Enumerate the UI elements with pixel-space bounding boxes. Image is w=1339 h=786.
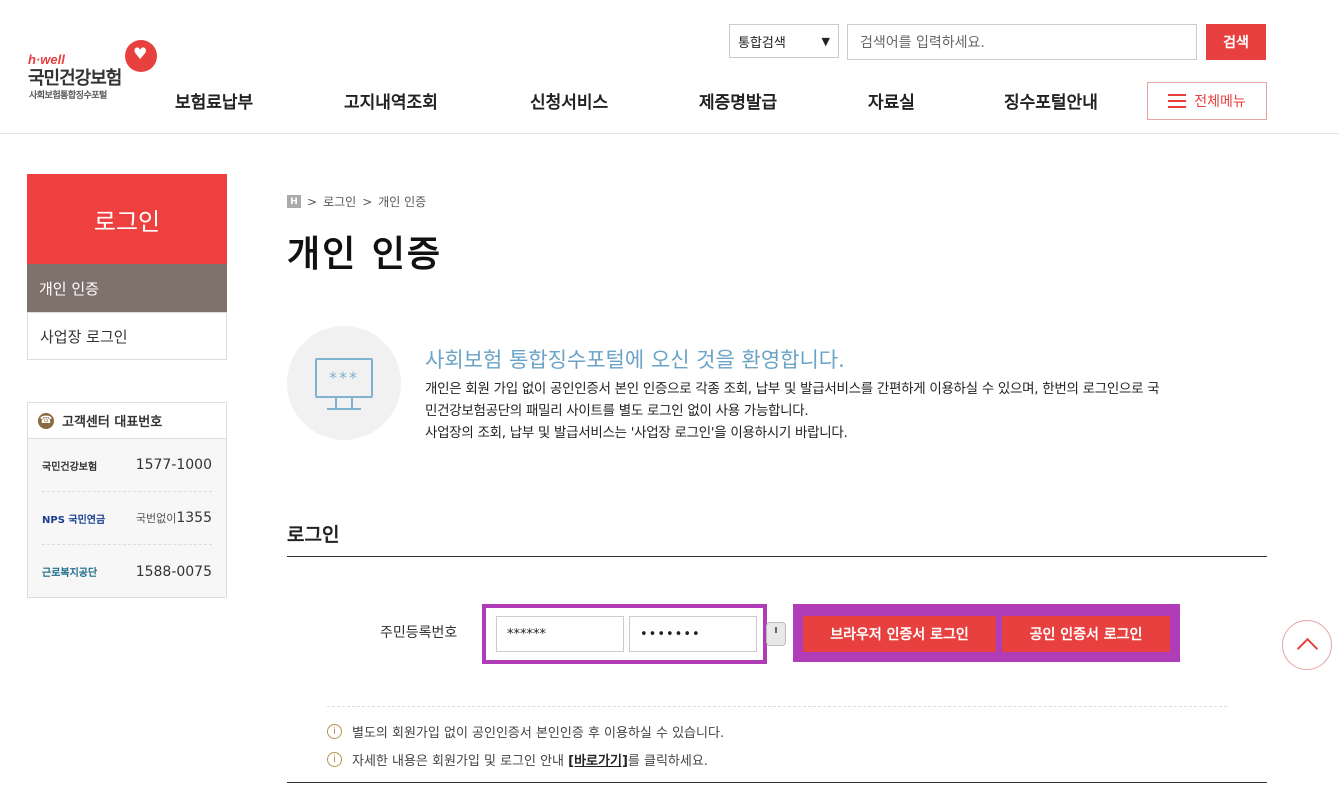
password-stars: *** — [329, 368, 359, 387]
header: h·well 국민건강보험 사회보험통합징수포털 통합검색 ▼ 검색어를 입력하… — [0, 0, 1339, 134]
breadcrumb-item[interactable]: 개인 인증 — [378, 193, 426, 210]
all-menu-label: 전체메뉴 — [1194, 94, 1246, 110]
monitor-base — [327, 408, 361, 410]
search-scope-select[interactable]: 통합검색 ▼ — [729, 24, 839, 58]
welcome-line: 개인은 회원 가입 없이 공인인증서 본인 인증으로 각종 조회, 납부 및 발… — [425, 381, 1160, 397]
rrn-back-input[interactable]: ••••••• — [629, 616, 757, 652]
nav-item-resources[interactable]: 자료실 — [868, 88, 915, 116]
phone-prefix: 국번없이 — [135, 512, 177, 525]
public-cert-login-button[interactable]: 공인 인증서 로그인 — [1002, 616, 1170, 652]
login-heading: 로그인 — [287, 524, 340, 546]
divider — [287, 556, 1267, 557]
heart-logo-icon — [125, 40, 157, 72]
site-logo[interactable]: h·well 국민건강보험 사회보험통합징수포털 — [28, 40, 168, 104]
search-placeholder: 검색어를 입력하세요. — [860, 35, 985, 51]
logo-name: 국민건강보험 — [28, 68, 122, 89]
breadcrumb-item[interactable]: 로그인 — [323, 193, 356, 210]
browser-cert-login-button[interactable]: 브라우저 인증서 로그인 — [803, 616, 996, 652]
nav-item-notice[interactable]: 고지내역조회 — [344, 88, 438, 116]
welcome-line: 사업장의 조회, 납부 및 발급서비스는 '사업장 로그인'을 이용하시기 바랍… — [425, 425, 848, 441]
note-text-before: 자세한 내용은 회원가입 및 로그인 안내 — [352, 754, 569, 769]
welcome-line: 민건강보험공단의 패밀리 사이트를 별도 로그인 없이 사용 가능합니다. — [425, 403, 809, 419]
customer-center-header: ☎ 고객센터 대표번호 — [28, 403, 226, 439]
sidebar-item-business[interactable]: 사업장 로그인 — [27, 312, 227, 360]
welcome-description: 개인은 회원 가입 없이 공인인증서 본인 인증으로 각종 조회, 납부 및 발… — [425, 378, 1270, 444]
login-note: i 자세한 내용은 회원가입 및 로그인 안내 [바로가기]를 클릭하세요. — [327, 750, 708, 769]
customer-center-list: 국민건강보험 1577-1000 NPS 국민연금 국번없이1355 근로복지공… — [28, 439, 226, 597]
phone-number: 국번없이1355 — [136, 510, 212, 526]
nav-item-application[interactable]: 신청서비스 — [530, 88, 608, 116]
breadcrumb-separator: > — [307, 194, 318, 209]
sidebar-title: 로그인 — [27, 174, 227, 264]
scroll-to-top-button[interactable] — [1282, 620, 1332, 670]
welcome-title: 사회보험 통합징수포털에 오신 것을 환영합니다. — [425, 348, 845, 372]
list-item: NPS 국민연금 국번없이1355 — [42, 492, 212, 545]
page-title: 개인 인증 — [287, 234, 443, 275]
home-icon[interactable]: H — [287, 195, 301, 208]
sidebar-item-personal[interactable]: 개인 인증 — [27, 264, 227, 312]
rrn-label: 주민등록번호 — [380, 625, 458, 641]
monitor-password-icon: *** — [287, 326, 401, 440]
divider — [327, 706, 1227, 707]
search-scope-value: 통합검색 — [738, 35, 786, 51]
note-text: 자세한 내용은 회원가입 및 로그인 안내 [바로가기]를 클릭하세요. — [352, 750, 708, 769]
login-note: i 별도의 회원가입 없이 공인인증서 본인인증 후 이용하실 수 있습니다. — [327, 722, 724, 741]
mouse-keypad-icon[interactable] — [766, 622, 786, 646]
search-input[interactable]: 검색어를 입력하세요. — [847, 24, 1197, 60]
list-item: 국민건강보험 1577-1000 — [42, 439, 212, 492]
logo-subtitle: 사회보험통합징수포털 — [29, 91, 107, 101]
divider — [287, 782, 1267, 783]
chevron-down-icon: ▼ — [821, 34, 830, 48]
search-button[interactable]: 검색 — [1206, 24, 1266, 60]
note-text-after: 를 클릭하세요. — [627, 754, 708, 769]
info-icon: i — [327, 752, 342, 767]
phone-number-value: 1355 — [176, 510, 212, 526]
breadcrumb-separator: > — [362, 194, 373, 209]
phone-icon: ☎ — [38, 412, 54, 429]
list-item: 근로복지공단 1588-0075 — [42, 545, 212, 598]
phone-number: 1577-1000 — [135, 457, 212, 473]
nav-item-payment[interactable]: 보험료납부 — [175, 88, 253, 116]
note-text: 별도의 회원가입 없이 공인인증서 본인인증 후 이용하실 수 있습니다. — [352, 726, 725, 741]
nav-item-guide[interactable]: 징수포털안내 — [1004, 88, 1098, 116]
customer-center-title: 고객센터 대표번호 — [62, 415, 163, 430]
hamburger-icon — [1168, 94, 1187, 108]
rrn-front-input[interactable]: ****** — [496, 616, 624, 652]
monitor-stand — [335, 398, 353, 408]
all-menu-button[interactable]: 전체메뉴 — [1147, 82, 1267, 120]
nhis-logo: 국민건강보험 — [42, 461, 98, 473]
customer-center-box: ☎ 고객센터 대표번호 국민건강보험 1577-1000 NPS 국민연금 국번… — [27, 402, 227, 598]
breadcrumb: H > 로그인 > 개인 인증 — [287, 193, 426, 210]
info-icon: i — [327, 724, 342, 739]
phone-number: 1588-0075 — [135, 563, 212, 580]
comwel-logo: 근로복지공단 — [42, 568, 98, 579]
shortcut-link[interactable]: [바로가기] — [568, 754, 628, 769]
nav-item-certificate[interactable]: 제증명발급 — [699, 88, 777, 116]
nps-logo: NPS 국민연금 — [42, 514, 106, 526]
